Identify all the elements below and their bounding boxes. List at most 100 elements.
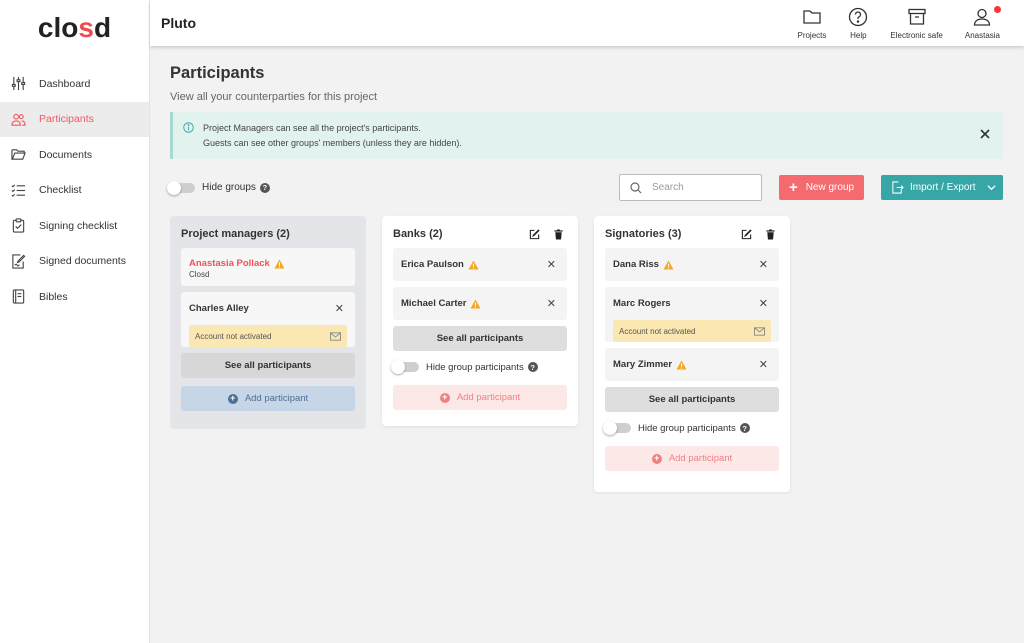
notification-dot — [994, 6, 1001, 13]
topbar: Pluto Projects Help Electronic safe Anas… — [150, 0, 1024, 46]
sidebar-item-label: Signed documents — [39, 255, 126, 268]
warning-icon — [676, 359, 687, 370]
participant-organization: Closd — [189, 270, 210, 279]
help-button[interactable]: Help — [837, 0, 879, 46]
add-participant-button[interactable]: + Add participant — [605, 446, 779, 471]
group-title: Signatories (3) — [605, 228, 682, 240]
help-circle-icon[interactable]: ? — [739, 423, 750, 433]
sidebar-item-documents[interactable]: Documents — [0, 137, 149, 173]
sidebar-item-label: Signing checklist — [39, 219, 118, 232]
help-icon — [849, 7, 868, 26]
main-content: Participants View all your counterpartie… — [150, 46, 1024, 643]
info-banner: Project Managers can see all the project… — [170, 112, 1003, 159]
group-card-banks: Banks (2) Erica Paulson ✕ Michael Carter… — [382, 216, 578, 426]
participant-row: Anastasia Pollack — [189, 248, 347, 272]
envelope-icon[interactable] — [330, 331, 341, 341]
remove-participant-icon[interactable]: ✕ — [335, 302, 344, 315]
see-all-participants-button[interactable]: See all participants — [605, 387, 779, 412]
group-header: Project managers (2) — [181, 225, 355, 243]
sidebar-item-participants[interactable]: Participants — [0, 101, 149, 137]
remove-participant-icon[interactable]: ✕ — [547, 297, 556, 310]
folder-open-icon — [11, 149, 26, 160]
participant-row: Marc Rogers ✕ — [613, 287, 771, 320]
sidebar-item-dashboard[interactable]: Dashboard — [0, 66, 149, 102]
search-input[interactable] — [652, 182, 752, 193]
users-icon — [11, 113, 26, 126]
account-status-badge: Account not activated — [189, 325, 347, 347]
hide-group-participants-toggle[interactable] — [391, 360, 419, 374]
envelope-icon[interactable] — [754, 326, 765, 336]
participant-name: Erica Paulson — [401, 259, 464, 270]
electronic-safe-label: Electronic safe — [890, 30, 943, 40]
edit-icon[interactable] — [529, 228, 540, 240]
close-icon[interactable] — [978, 127, 992, 141]
participant-name: Charles Alley — [189, 303, 249, 314]
help-circle-icon[interactable]: ? — [259, 182, 270, 193]
toggle-knob — [391, 360, 405, 374]
remove-participant-icon[interactable]: ✕ — [759, 297, 768, 310]
plus-circle-icon: + — [651, 453, 662, 464]
import-export-icon — [892, 181, 904, 194]
participant-card[interactable]: Marc Rogers ✕ Account not activated — [605, 287, 779, 342]
participant-card[interactable]: Michael Carter ✕ — [393, 287, 567, 320]
add-participant-label: Add participant — [244, 393, 309, 404]
folder-icon — [803, 9, 821, 24]
add-participant-label: Add participant — [456, 392, 521, 403]
help-label: Help — [850, 30, 867, 40]
hide-group-participants-row: Hide group participants ? — [603, 420, 779, 436]
trash-icon[interactable] — [765, 228, 776, 240]
help-circle-icon[interactable]: ? — [527, 362, 538, 372]
user-menu-button[interactable]: Anastasia — [954, 0, 1011, 46]
see-all-participants-button[interactable]: See all participants — [393, 326, 567, 351]
sidebar-item-bibles[interactable]: Bibles — [0, 279, 149, 315]
info-banner-text: Project Managers can see all the project… — [203, 121, 462, 151]
sidebar-item-checklist[interactable]: Checklist — [0, 173, 149, 209]
account-status-badge: Account not activated — [613, 320, 771, 342]
info-icon — [183, 122, 194, 133]
sidebar-item-signing-checklist[interactable]: Signing checklist — [0, 208, 149, 244]
sidebar-item-label: Checklist — [39, 184, 82, 197]
group-title: Project managers (2) — [181, 228, 290, 240]
remove-participant-icon[interactable]: ✕ — [759, 358, 768, 371]
participant-card[interactable]: Anastasia Pollack Closd — [181, 248, 355, 286]
hide-group-participants-toggle[interactable] — [603, 421, 631, 435]
participant-row: Dana Riss ✕ — [613, 248, 771, 281]
group-header: Signatories (3) — [605, 225, 779, 243]
warning-icon — [468, 259, 479, 270]
group-actions — [529, 228, 564, 240]
participant-row: Michael Carter ✕ — [401, 287, 559, 320]
logo-text-mid: s — [78, 12, 94, 43]
participant-row: Mary Zimmer ✕ — [613, 348, 771, 381]
search-icon — [630, 181, 642, 193]
sidebar-item-signed-documents[interactable]: Signed documents — [0, 244, 149, 280]
closd-logo[interactable]: clo s d — [0, 0, 149, 56]
hide-groups-toggle[interactable] — [167, 180, 195, 195]
add-participant-button[interactable]: + Add participant — [393, 385, 567, 410]
page-subtitle: View all your counterparties for this pr… — [170, 91, 378, 103]
group-card-project-managers: Project managers (2) Anastasia Pollack C… — [170, 216, 366, 429]
toggle-knob — [167, 180, 181, 195]
edit-icon[interactable] — [741, 228, 752, 240]
user-icon — [974, 8, 991, 26]
remove-participant-icon[interactable]: ✕ — [759, 258, 768, 271]
participant-card[interactable]: Mary Zimmer ✕ — [605, 348, 779, 381]
participant-card[interactable]: Charles Alley ✕ Account not activated — [181, 292, 355, 347]
trash-icon[interactable] — [553, 228, 564, 240]
plus-circle-icon: + — [439, 392, 450, 403]
hide-groups-toggle-row: Hide groups ? — [167, 180, 270, 195]
remove-participant-icon[interactable]: ✕ — [547, 258, 556, 271]
projects-button[interactable]: Projects — [786, 0, 837, 46]
group-card-signatories: Signatories (3) Dana Riss ✕ Marc Rogers … — [594, 216, 790, 492]
warning-icon — [470, 298, 481, 309]
import-export-button[interactable]: Import / Export — [881, 175, 1003, 200]
new-group-button[interactable]: + New group — [779, 175, 864, 200]
participant-card[interactable]: Erica Paulson ✕ — [393, 248, 567, 281]
logo-text-prefix: clo — [37, 12, 79, 43]
add-participant-button[interactable]: + Add participant — [181, 386, 355, 411]
projects-label: Projects — [797, 30, 827, 40]
participant-card[interactable]: Dana Riss ✕ — [605, 248, 779, 281]
sliders-icon — [11, 77, 26, 91]
electronic-safe-button[interactable]: Electronic safe — [879, 0, 953, 46]
see-all-participants-button[interactable]: See all participants — [181, 353, 355, 378]
plus-icon: + — [788, 179, 798, 196]
